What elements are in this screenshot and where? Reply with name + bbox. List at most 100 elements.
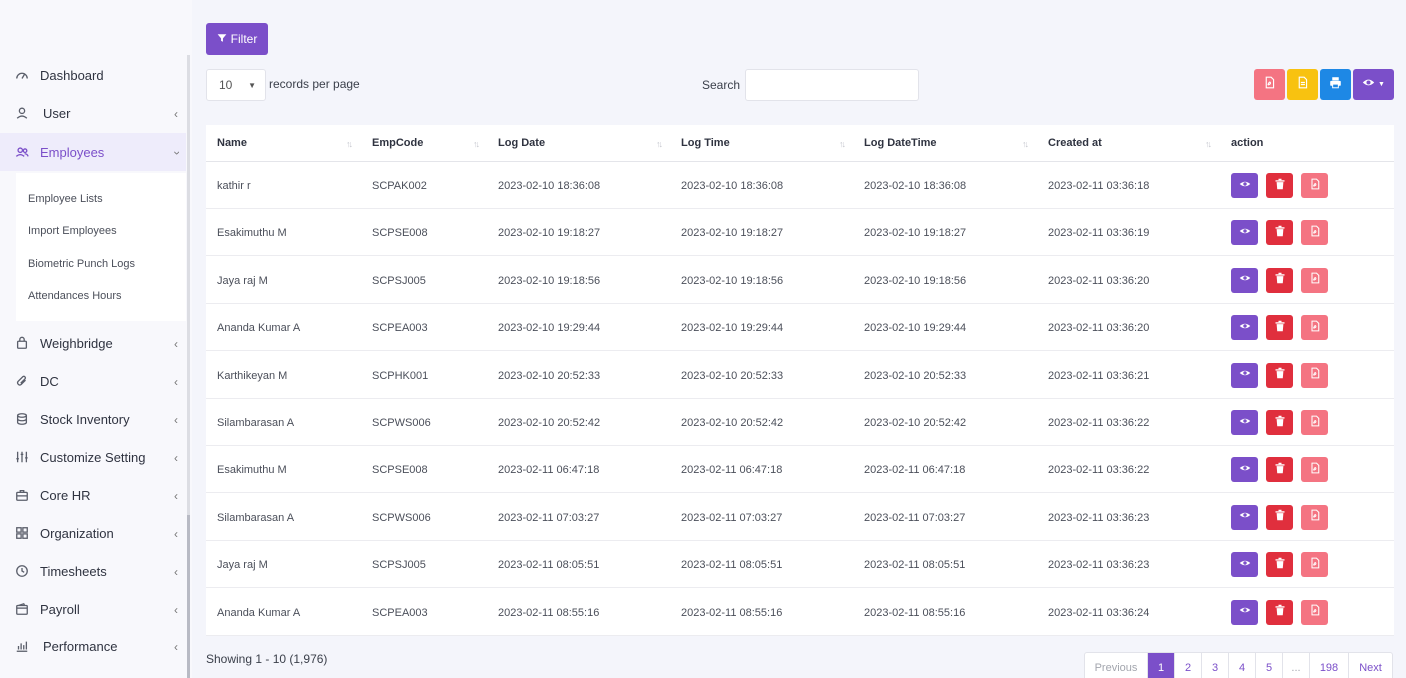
sort-icon[interactable]: ↑↓ [656,139,663,149]
column-header-log-date[interactable]: Log Date [498,137,545,149]
pagination-previous[interactable]: Previous [1085,653,1148,678]
cell-created-at: 2023-02-11 03:36:21 [1048,369,1150,382]
delete-button[interactable] [1266,504,1293,530]
sidebar-item-employees[interactable]: Employees ‹ [0,133,186,171]
pdf-button[interactable] [1301,552,1328,578]
sort-icon[interactable]: ↑↓ [473,139,480,149]
sidebar-item-timesheets[interactable]: Timesheets ‹ [0,552,186,590]
cell-empcode: SCPWS006 [372,417,431,429]
delete-button[interactable] [1266,457,1293,483]
sidebar-item-label: Stock Inventory [40,411,130,427]
column-header-log-time[interactable]: Log Time [681,137,730,149]
pagination-page[interactable]: 1 [1148,653,1175,678]
cell-log-datetime: 2023-02-10 20:52:42 [864,417,967,429]
pagination-page[interactable]: 3 [1202,653,1229,678]
pdf-button[interactable] [1301,220,1328,246]
delete-button[interactable] [1266,599,1293,625]
delete-button[interactable] [1266,173,1293,198]
records-per-page-select[interactable]: 10 ▼ [206,69,266,101]
delete-button[interactable] [1266,552,1293,578]
cell-log-time: 2023-02-11 08:05:51 [681,559,783,572]
column-header-name[interactable]: Name [217,137,247,149]
cell-log-time: 2023-02-11 07:03:27 [681,511,783,524]
view-button[interactable] [1231,173,1258,198]
pagination-next[interactable]: Next [1349,653,1392,678]
view-button[interactable] [1231,552,1258,578]
submenu-item-biometric-punch-logs[interactable]: Biometric Punch Logs [28,258,135,270]
sort-icon[interactable]: ↑↓ [1205,139,1212,149]
cell-created-at: 2023-02-11 03:36:18 [1048,180,1150,192]
cell-log-datetime: 2023-02-10 19:18:56 [864,274,967,287]
sort-icon[interactable]: ↑↓ [1022,139,1029,149]
pagination-page[interactable]: 2 [1175,653,1202,678]
submenu-item-import-employees[interactable]: Import Employees [28,225,117,237]
pdf-button[interactable] [1301,457,1328,483]
view-button[interactable] [1231,315,1258,341]
cell-log-time: 2023-02-10 19:18:27 [681,227,784,240]
trash-icon [1274,271,1286,289]
grid-icon [14,525,30,541]
view-button[interactable] [1231,267,1258,293]
submenu-item-attendances-hours[interactable]: Attendances Hours [28,290,122,302]
delete-button[interactable] [1266,410,1293,435]
pdf-button[interactable] [1301,504,1328,530]
pagination-page[interactable]: 198 [1310,653,1349,678]
sidebar-item-core-hr[interactable]: Core HR ‹ [0,476,186,514]
sidebar-item-payroll[interactable]: Payroll ‹ [0,590,186,628]
cell-empcode: SCPSJ005 [372,274,426,287]
user-icon [14,105,30,121]
sidebar-item-user[interactable]: User ‹ [0,94,186,132]
print-button[interactable] [1320,69,1351,100]
cell-name: Karthikeyan M [217,369,288,382]
delete-button[interactable] [1266,362,1293,388]
eye-icon [1239,224,1251,242]
pdf-button[interactable] [1301,315,1328,341]
pagination-page[interactable]: 5 [1256,653,1283,678]
pdf-button[interactable] [1301,267,1328,293]
sidebar-item-stock-inventory[interactable]: Stock Inventory ‹ [0,400,186,438]
pdf-file-icon [1263,76,1276,94]
column-header-created-at[interactable]: Created at [1048,137,1102,149]
pdf-button[interactable] [1301,362,1328,388]
view-button[interactable] [1231,220,1258,246]
delete-button[interactable] [1266,315,1293,341]
submenu-item-employee-lists[interactable]: Employee Lists [28,193,103,205]
sidebar-item-organization[interactable]: Organization ‹ [0,514,186,552]
cell-log-datetime: 2023-02-10 19:18:27 [864,227,967,240]
view-button[interactable] [1231,410,1258,435]
cell-empcode: SCPEA003 [372,606,428,619]
chevron-left-icon: ‹ [174,489,178,503]
sidebar-item-weighbridge[interactable]: Weighbridge ‹ [0,324,186,362]
cell-empcode: SCPSE008 [372,464,428,477]
view-button[interactable] [1231,504,1258,530]
pdf-export-button[interactable] [1254,69,1285,100]
column-header-log-datetime[interactable]: Log DateTime [864,137,937,149]
view-button[interactable] [1231,599,1258,625]
view-button[interactable] [1231,457,1258,483]
trash-icon [1274,177,1286,195]
view-button[interactable] [1231,362,1258,388]
pagination-page[interactable]: 4 [1229,653,1256,678]
pdf-button[interactable] [1301,173,1328,198]
search-input[interactable] [745,69,919,101]
delete-button[interactable] [1266,220,1293,246]
sidebar-item-customize-setting[interactable]: Customize Setting ‹ [0,438,186,476]
sort-icon[interactable]: ↑↓ [346,139,353,149]
pdf-file-icon [1309,603,1321,621]
sidebar-item-dashboard[interactable]: Dashboard [0,56,186,94]
pdf-button[interactable] [1301,599,1328,625]
column-visibility-button[interactable]: ▼ [1353,69,1394,100]
sort-icon[interactable]: ↑↓ [839,139,846,149]
trash-icon [1274,366,1286,384]
sidebar-scrollbar-thumb[interactable] [187,515,190,678]
sidebar-item-performance[interactable]: Performance ‹ [0,627,186,665]
cell-log-date: 2023-02-11 07:03:27 [498,511,600,524]
pdf-button[interactable] [1301,410,1328,435]
sidebar-item-dc[interactable]: DC ‹ [0,362,186,400]
csv-export-button[interactable] [1287,69,1318,100]
filter-button[interactable]: Filter [206,23,268,55]
cell-log-date: 2023-02-11 08:55:16 [498,606,600,619]
column-header-empcode[interactable]: EmpCode [372,137,423,149]
pdf-file-icon [1309,366,1321,384]
delete-button[interactable] [1266,267,1293,293]
